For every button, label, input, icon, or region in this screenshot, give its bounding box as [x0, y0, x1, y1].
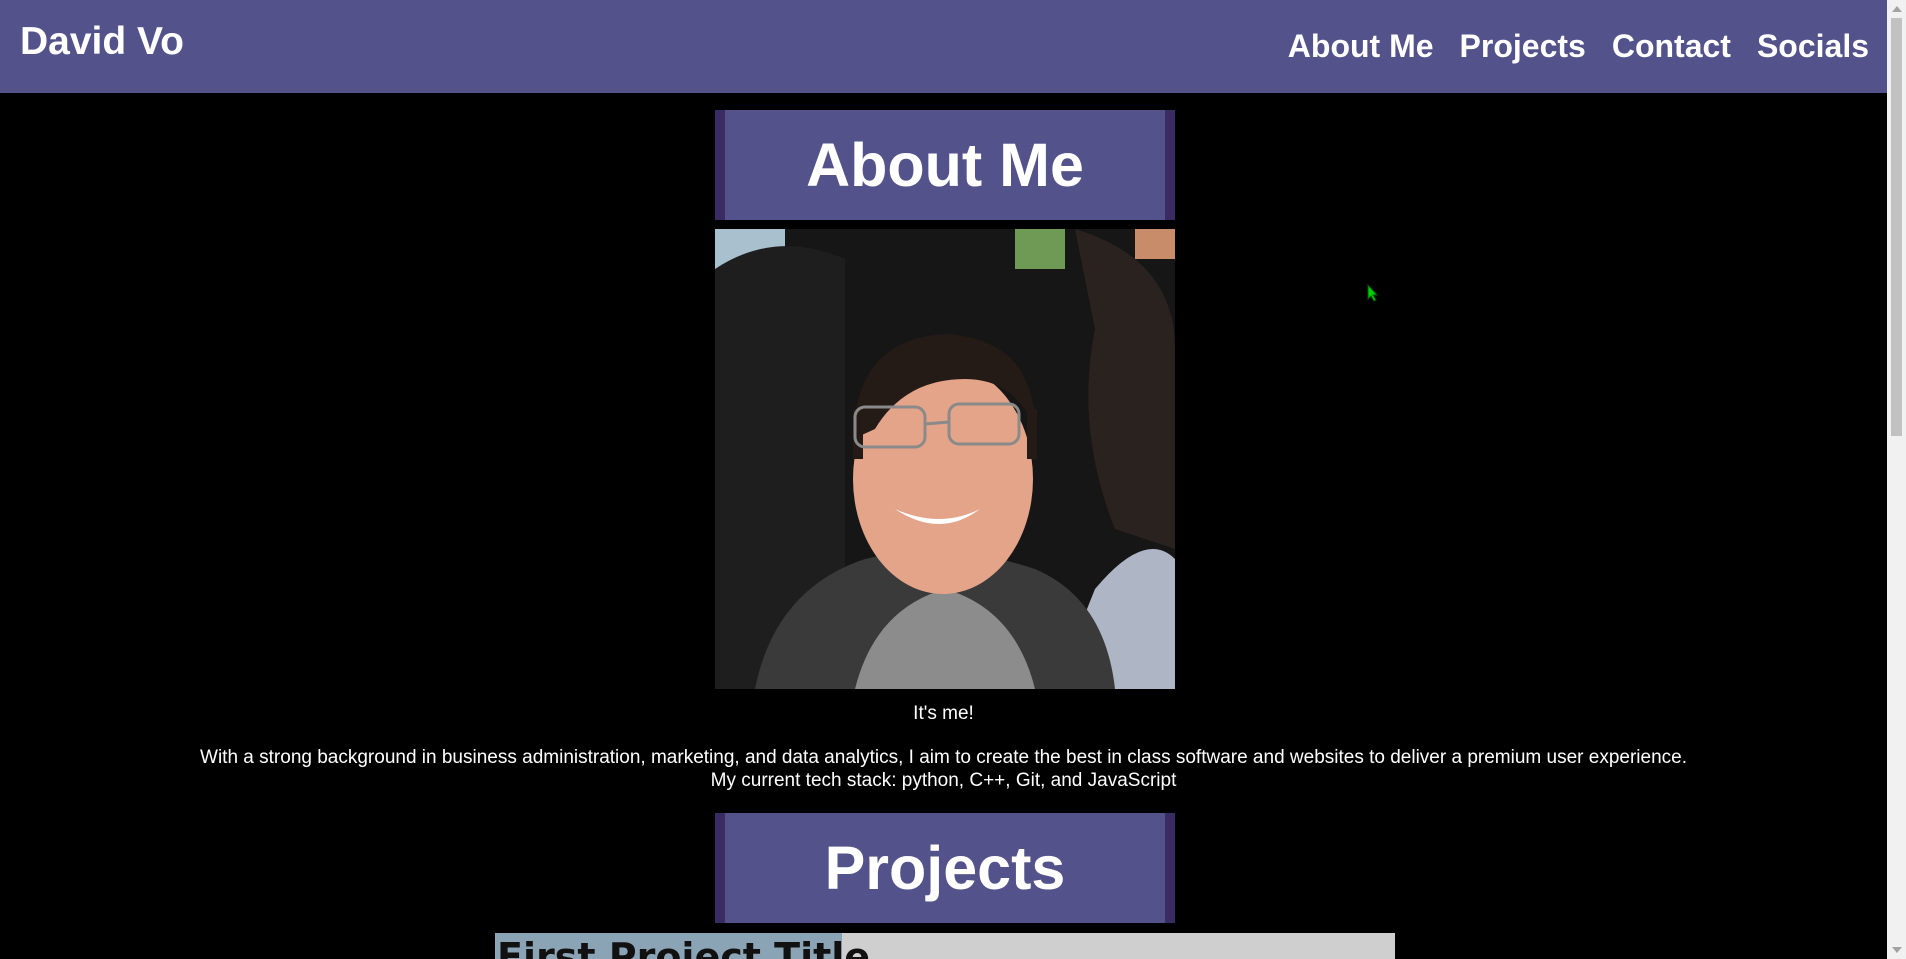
- scroll-down-icon[interactable]: [1892, 947, 1902, 953]
- top-nav-bar: David Vo About Me Projects Contact Socia…: [0, 0, 1887, 93]
- nav-socials-link[interactable]: Socials: [1757, 28, 1869, 65]
- tech-stack-line: My current tech stack: python, C++, Git,…: [710, 770, 1177, 791]
- cursor-arrow-icon: [1367, 284, 1379, 302]
- nav-projects-link[interactable]: Projects: [1460, 28, 1586, 65]
- nav-contact-link[interactable]: Contact: [1612, 28, 1731, 65]
- photo-caption: It's me!: [913, 703, 974, 724]
- profile-photo: [715, 229, 1175, 689]
- project-title[interactable]: First Project Title: [497, 935, 870, 959]
- scroll-up-icon[interactable]: [1892, 6, 1902, 12]
- about-me-heading: About Me: [715, 110, 1175, 220]
- main-nav: About Me Projects Contact Socials: [1288, 28, 1869, 65]
- project-card[interactable]: First Project Title: [495, 933, 1395, 959]
- about-bio: With a strong background in business adm…: [0, 746, 1887, 792]
- page-scrollbar[interactable]: [1887, 0, 1906, 959]
- bio-line: With a strong background in business adm…: [200, 747, 1687, 768]
- site-brand[interactable]: David Vo: [20, 20, 184, 64]
- page: David Vo About Me Projects Contact Socia…: [0, 0, 1906, 959]
- scroll-thumb[interactable]: [1891, 18, 1902, 436]
- projects-heading: Projects: [715, 813, 1175, 923]
- nav-about-me-link[interactable]: About Me: [1288, 28, 1434, 65]
